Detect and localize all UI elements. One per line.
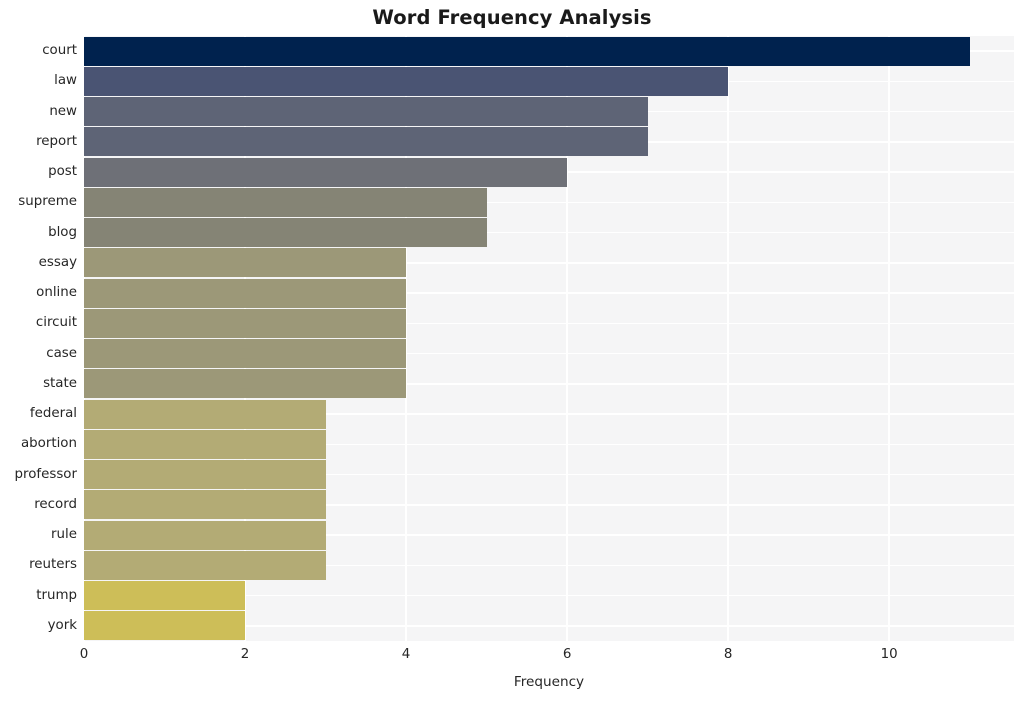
bar: [84, 369, 407, 399]
bar: [84, 187, 487, 217]
x-tick-label: 8: [723, 647, 733, 662]
y-tick-label: circuit: [35, 315, 77, 331]
bar: [84, 157, 568, 187]
y-tick-label: online: [36, 285, 77, 301]
x-tick-label: 2: [240, 647, 250, 662]
x-axis-tick-labels: 0 2 4 6 8 10: [80, 647, 1014, 670]
bar: [84, 550, 326, 580]
y-tick-label: trump: [36, 587, 77, 603]
y-tick-label: york: [47, 617, 77, 633]
y-tick-label: professor: [14, 466, 77, 482]
bar: [84, 36, 970, 66]
y-tick-label: case: [46, 345, 77, 361]
y-tick-label: report: [36, 133, 77, 149]
y-tick-label: rule: [51, 527, 77, 543]
page-title: Word Frequency Analysis: [372, 6, 652, 29]
x-tick-label: 4: [401, 647, 411, 662]
plot-area: [83, 36, 1014, 641]
y-tick-label: supreme: [18, 194, 77, 210]
bar: [84, 248, 407, 278]
bar: [84, 308, 407, 338]
bar: [84, 278, 407, 308]
y-axis-tick-labels: court law new report post supreme blog essay onl…: [0, 36, 77, 641]
bar: [84, 520, 326, 550]
y-tick-label: blog: [48, 224, 77, 240]
bar: [84, 127, 648, 157]
y-tick-label: essay: [38, 254, 77, 270]
bar: [84, 66, 729, 96]
y-tick-label: state: [43, 375, 77, 391]
bar: [84, 339, 407, 369]
x-tick-label: 6: [562, 647, 572, 662]
bar: [84, 581, 246, 611]
y-tick-label: court: [42, 43, 77, 59]
x-tick-label: 10: [880, 647, 898, 662]
y-tick-label: law: [54, 73, 77, 89]
x-tick-label: 0: [79, 647, 89, 662]
bar: [84, 399, 326, 429]
x-axis-title: Frequency: [513, 674, 585, 690]
bar: [84, 611, 246, 641]
y-tick-label: abortion: [20, 436, 77, 452]
bar: [84, 429, 326, 459]
y-tick-label: reuters: [29, 557, 77, 573]
y-tick-label: post: [48, 164, 77, 180]
bar: [84, 490, 326, 520]
bars-layer: [84, 36, 1014, 641]
bar: [84, 460, 326, 490]
y-tick-label: new: [49, 103, 77, 119]
y-tick-label: record: [34, 496, 77, 512]
chart-figure: Word Frequency Analysis court law new repor…: [0, 0, 1024, 701]
bar: [84, 218, 487, 248]
bar: [84, 97, 648, 127]
y-tick-label: federal: [29, 406, 77, 422]
